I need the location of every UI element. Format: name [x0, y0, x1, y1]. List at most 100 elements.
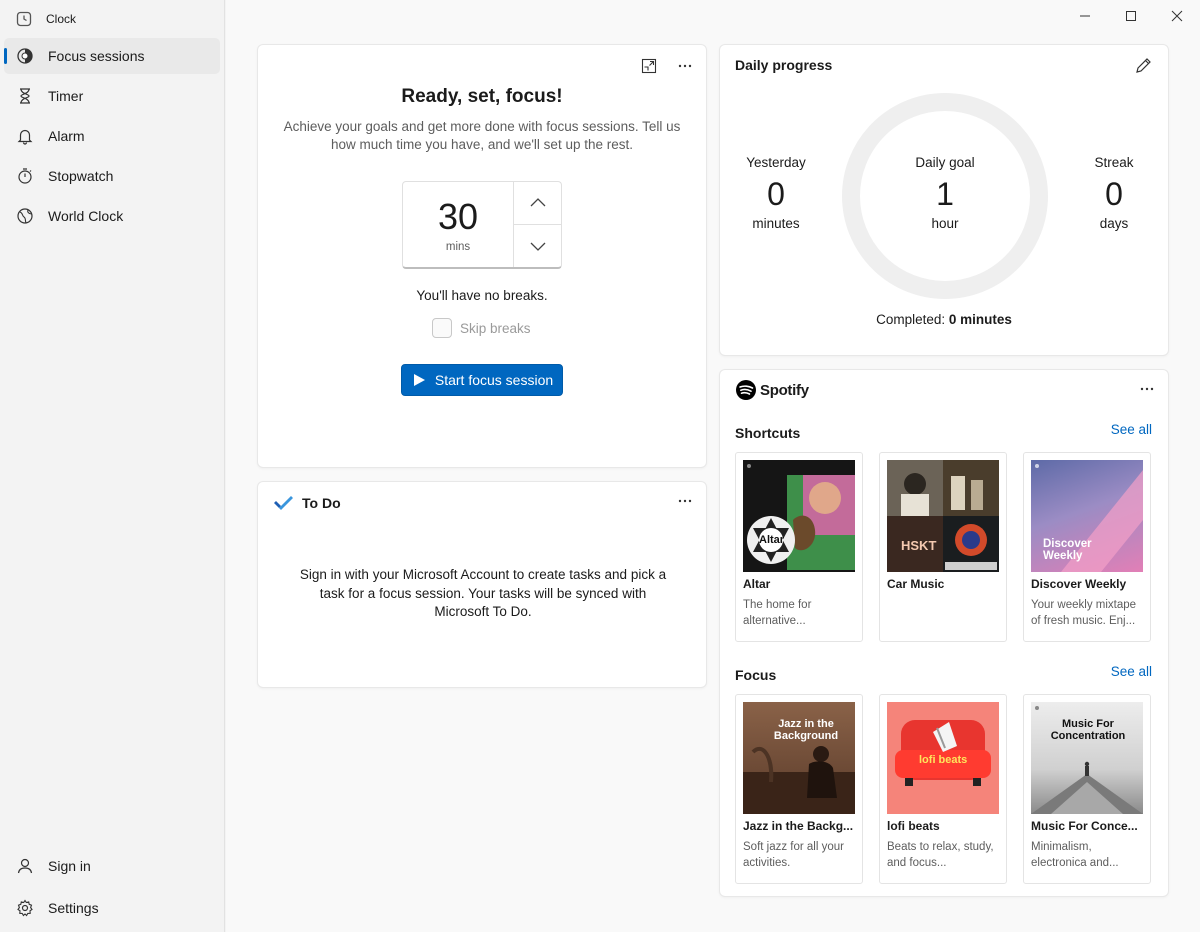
playlist-tile-jazz[interactable]: Jazz in the Background Jazz in the Backg… — [735, 694, 863, 884]
nav-item-stopwatch[interactable]: Stopwatch — [4, 158, 220, 194]
minimize-icon — [1080, 15, 1090, 17]
playlist-tile-discover-weekly[interactable]: Discover Weekly Discover Weekly Your wee… — [1023, 452, 1151, 642]
nav-item-settings[interactable]: Settings — [4, 890, 220, 926]
nav-label: Focus sessions — [48, 48, 145, 64]
tile-name: Jazz in the Backg... — [743, 819, 854, 833]
tile-description: Minimalism, electronica and... — [1031, 841, 1119, 869]
nav-label: Stopwatch — [48, 168, 114, 184]
car-music-art-text: HSKT — [901, 538, 937, 553]
more-options-icon[interactable] — [1136, 378, 1158, 400]
daily-progress-title: Daily progress — [735, 57, 833, 73]
nav-list: Focus sessions Timer Alarm Stopwatch Wor… — [4, 38, 220, 238]
tile-description: Your weekly mixtape of fresh music. Enj.… — [1031, 599, 1137, 627]
minimize-button[interactable] — [1062, 0, 1108, 32]
main-content: Ready, set, focus! Achieve your goals an… — [226, 0, 1200, 932]
playlist-tile-car-music[interactable]: HSKT Car Music — [879, 452, 1007, 642]
close-icon — [1171, 10, 1183, 22]
shortcuts-see-all-link[interactable]: See all — [1111, 422, 1152, 437]
globe-icon — [16, 207, 34, 225]
focus-description: Achieve your goals and get more done wit… — [283, 119, 681, 152]
tile-description — [887, 597, 1001, 629]
focus-title: Ready, set, focus! — [401, 86, 563, 107]
skip-breaks-row[interactable]: Skip breaks — [432, 318, 531, 338]
focus-icon — [16, 47, 34, 65]
streak-value: 0 — [1105, 176, 1123, 212]
nav-item-world-clock[interactable]: World Clock — [4, 198, 220, 234]
jazz-art-text: Jazz in the Background — [773, 718, 839, 742]
focus-session-card: Ready, set, focus! Achieve your goals an… — [257, 44, 707, 468]
concentration-art-text: Music For Concentration — [1050, 718, 1126, 742]
concentration-cover-art: Music For Concentration — [1031, 702, 1143, 814]
tile-name: Car Music — [887, 577, 945, 591]
todo-signin-message: Sign in with your Microsoft Account to c… — [299, 567, 667, 619]
time-value-box[interactable]: 30 mins — [403, 182, 513, 267]
daily-goal-unit: hour — [931, 216, 959, 231]
nav-item-focus-sessions[interactable]: Focus sessions — [4, 38, 220, 74]
todo-title: To Do — [302, 495, 341, 511]
spotify-logo: Spotify — [735, 379, 809, 401]
altar-art-text: Altar — [759, 534, 785, 546]
bell-icon — [16, 127, 34, 145]
playlist-tile-altar[interactable]: Altar Altar The home for alternative... — [735, 452, 863, 642]
altar-cover-art: Altar — [743, 460, 855, 572]
nav-label: Alarm — [48, 128, 85, 144]
todo-card: To Do Sign in with your Microsoft Accoun… — [257, 481, 707, 688]
app-title-bar: Clock — [16, 9, 76, 29]
nav-label: Sign in — [48, 858, 91, 874]
streak-label: Streak — [1094, 155, 1134, 170]
edit-pencil-icon[interactable] — [1132, 55, 1154, 77]
car-music-cover-art: HSKT — [887, 460, 999, 572]
nav-item-timer[interactable]: Timer — [4, 78, 220, 114]
close-button[interactable] — [1154, 0, 1200, 32]
play-icon — [411, 372, 427, 388]
yesterday-stat: Yesterday 0 minutes — [730, 155, 822, 231]
time-value: 30 — [437, 195, 479, 237]
skip-breaks-label: Skip breaks — [460, 320, 531, 336]
spotify-card: Spotify Shortcuts See all Altar Altar Th… — [719, 369, 1169, 897]
time-unit: mins — [445, 240, 471, 253]
daily-goal-label: Daily goal — [915, 155, 975, 170]
nav-label: World Clock — [48, 208, 124, 224]
shortcuts-title: Shortcuts — [735, 425, 801, 441]
tile-name: Altar — [743, 577, 771, 591]
playlist-tile-concentration[interactable]: Music For Concentration Music For Conce.… — [1023, 694, 1151, 884]
compact-overlay-icon[interactable] — [638, 55, 660, 77]
tile-description: Beats to relax, study, and focus... — [887, 841, 994, 869]
focus-see-all-link[interactable]: See all — [1111, 664, 1152, 679]
clock-app-icon — [16, 11, 32, 27]
stopwatch-icon — [16, 167, 34, 185]
start-focus-session-button[interactable]: Start focus session — [401, 364, 563, 396]
gear-icon — [16, 899, 34, 917]
tile-name: lofi beats — [887, 819, 940, 833]
hourglass-icon — [16, 87, 34, 105]
breaks-info: You'll have no breaks. — [416, 288, 548, 303]
chevron-down-icon — [530, 242, 545, 251]
nav-item-alarm[interactable]: Alarm — [4, 118, 220, 154]
yesterday-label: Yesterday — [746, 155, 806, 170]
spotify-icon — [735, 379, 757, 401]
spotify-brand: Spotify — [760, 381, 809, 399]
chevron-up-icon — [530, 198, 545, 207]
skip-breaks-checkbox[interactable] — [432, 318, 452, 338]
daily-goal-value: 1 — [936, 176, 954, 212]
person-icon — [16, 857, 34, 875]
completed-summary: Completed: 0 minutes — [720, 312, 1168, 327]
time-picker: 30 mins — [402, 181, 562, 269]
more-options-icon[interactable] — [674, 490, 696, 512]
daily-progress-card: Daily progress Yesterday 0 minutes Daily… — [719, 44, 1169, 356]
discover-weekly-art-text: Discover Weekly — [1043, 538, 1092, 562]
app-title: Clock — [46, 12, 77, 26]
nav-item-sign-in[interactable]: Sign in — [4, 848, 220, 884]
tile-name: Music For Conce... — [1031, 819, 1138, 833]
streak-unit: days — [1099, 216, 1129, 231]
nav-label: Settings — [48, 900, 99, 916]
jazz-cover-art: Jazz in the Background — [743, 702, 855, 814]
tile-description: Soft jazz for all your activities. — [743, 841, 844, 869]
daily-goal-stat[interactable]: Daily goal 1 hour — [885, 155, 1005, 231]
more-options-icon[interactable] — [674, 55, 696, 77]
playlist-tile-lofi[interactable]: lofi beats lofi beats Beats to relax, st… — [879, 694, 1007, 884]
maximize-button[interactable] — [1108, 0, 1154, 32]
increase-time-button[interactable] — [514, 182, 561, 224]
todo-checkmark-icon — [272, 492, 294, 514]
decrease-time-button[interactable] — [514, 224, 561, 267]
